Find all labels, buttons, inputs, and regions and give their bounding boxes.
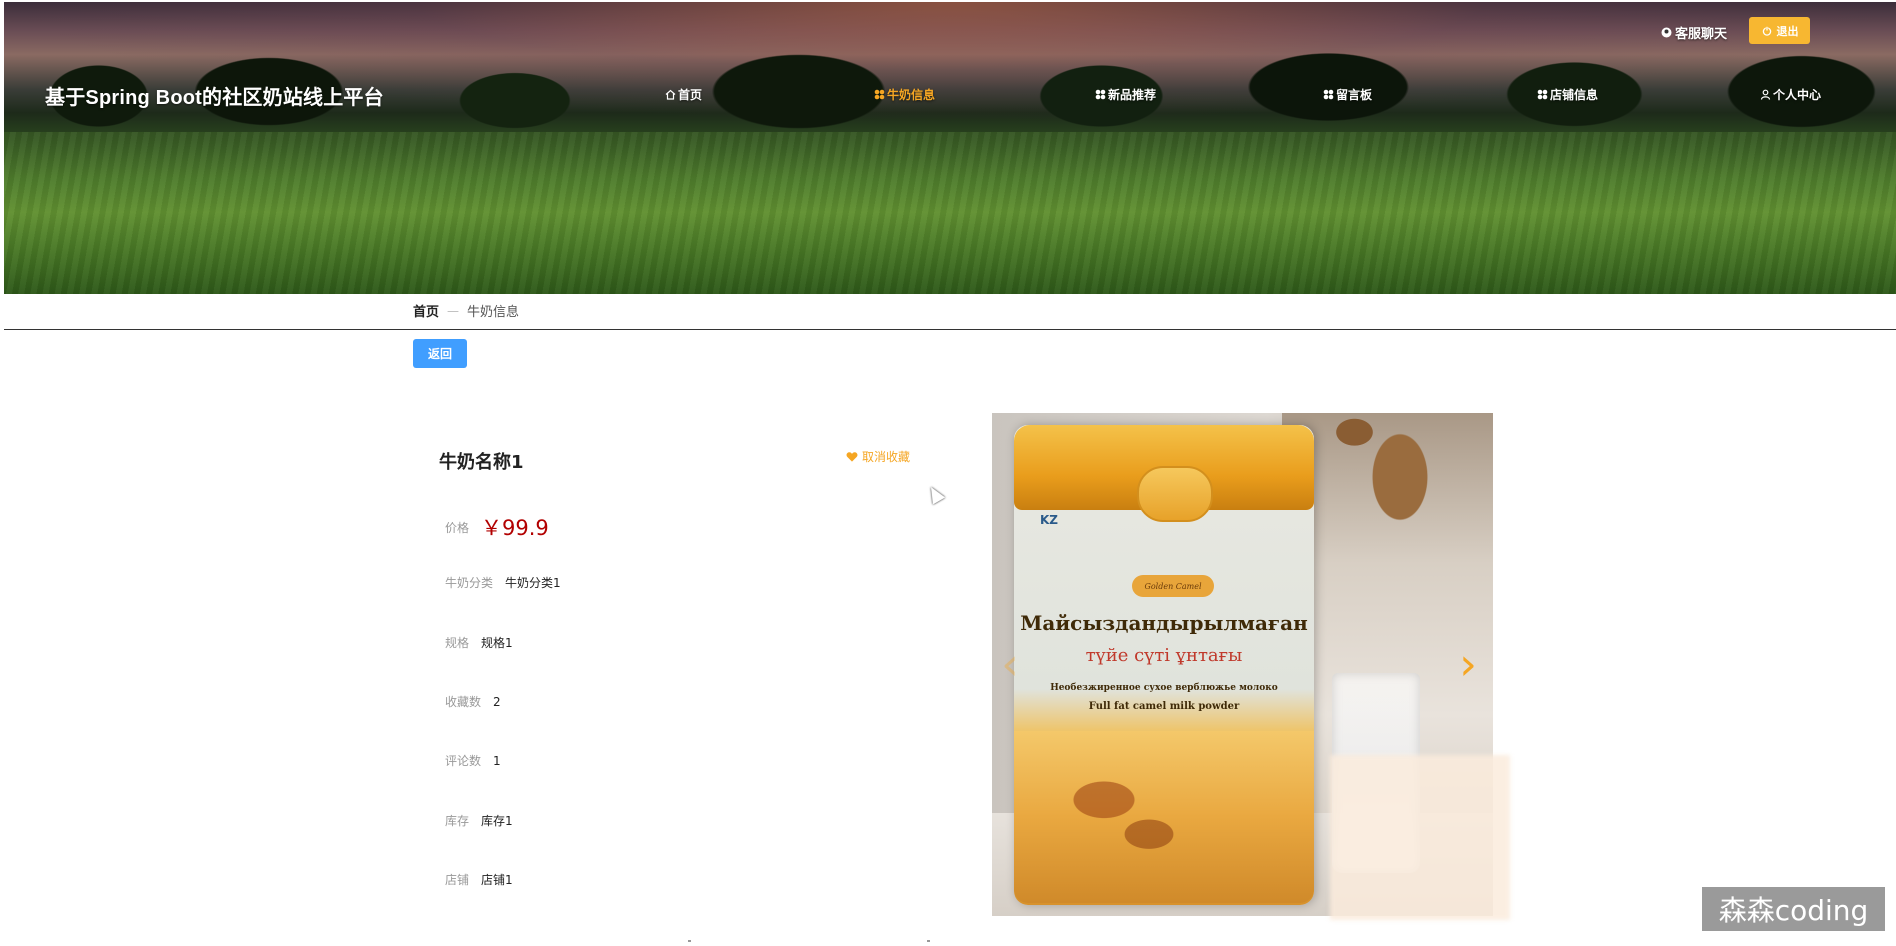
nav-item-message-board[interactable]: 留言板 [1322,86,1372,103]
field-value: 库存1 [481,814,513,828]
unfavorite-button[interactable]: 取消收藏 [846,448,910,465]
scroll-indicator [927,940,930,942]
mouse-cursor-icon [924,483,946,505]
field-label: 评论数 [445,754,482,768]
hero-banner [4,2,1896,294]
unfavorite-label: 取消收藏 [862,450,911,464]
price-label: 价格 [445,520,470,535]
field-row-category: 牛奶分类 牛奶分类1 [445,574,561,591]
price-row: 价格 ￥99.9 [445,512,549,542]
price-value: ￥99.9 [481,516,549,540]
nav-label-store-info: 店铺信息 [1550,88,1599,102]
field-row-spec: 规格 规格1 [445,634,513,651]
user-icon [1759,89,1771,101]
field-value: 规格1 [481,636,513,650]
carousel-next-button[interactable]: › [1456,643,1480,687]
customer-chat-link[interactable]: 客服聊天 [1660,23,1727,42]
nav-label-new-products: 新品推荐 [1108,88,1157,102]
can-desert-artwork [1014,731,1314,903]
blurred-overlay [1330,755,1510,920]
field-label: 收藏数 [445,695,482,709]
field-row-comments: 评论数 1 [445,752,501,769]
field-label: 牛奶分类 [445,576,494,590]
logout-label: 退出 [1776,24,1799,38]
grid-icon [1094,89,1106,101]
heart-icon [846,451,858,463]
field-value: 牛奶分类1 [505,576,561,590]
nav-item-milk-info[interactable]: 牛奶信息 [873,86,935,103]
nav-label-milk-info: 牛奶信息 [887,88,936,102]
field-label: 店铺 [445,873,470,887]
field-value: 店铺1 [481,873,513,887]
field-value: 1 [493,753,501,768]
grid-icon [1322,89,1334,101]
logout-button[interactable]: 退出 [1749,17,1810,44]
power-icon [1761,25,1773,37]
camel-image [1322,413,1452,573]
field-label: 库存 [445,814,470,828]
can-brand-logo: Golden Camel [1132,575,1214,597]
field-value: 2 [493,694,501,709]
product-name: 牛奶名称1 [439,452,524,473]
breadcrumb-separator: — [447,303,460,318]
breadcrumb-home[interactable]: 首页 [413,301,439,320]
grid-icon [1536,89,1548,101]
nav-item-new-products[interactable]: 新品推荐 [1094,86,1156,103]
can-title-text: Майсыздандырылмаған [1020,611,1308,635]
chat-icon [1660,27,1672,39]
field-row-stock: 库存 库存1 [445,812,513,829]
nav-item-store-info[interactable]: 店铺信息 [1536,86,1598,103]
nav-label-personal-center: 个人中心 [1773,88,1822,102]
milk-can-lid-tab [1137,466,1213,522]
scroll-indicator [688,940,691,942]
field-label: 规格 [445,636,470,650]
can-line1-text: Необезжиренное сухое верблюжье молоко [1050,683,1278,693]
main-nav: 首页 牛奶信息 新品推荐 留言板 店铺信息 个人中心 [0,86,1896,108]
nav-item-personal-center[interactable]: 个人中心 [1759,86,1821,103]
watermark: 森森coding [1702,887,1885,931]
grid-icon [873,89,885,101]
back-button[interactable]: 返回 [413,339,467,368]
can-subtitle-text: түйе сүті ұнтағы [1085,645,1243,666]
field-row-store: 店铺 店铺1 [445,871,513,888]
carousel-prev-button[interactable]: ‹ [998,643,1022,687]
chat-label: 客服聊天 [1675,27,1728,42]
grass-field [4,132,1896,294]
nav-item-home[interactable]: 首页 [664,86,702,103]
nav-label-message-board: 留言板 [1336,88,1373,102]
breadcrumb-current: 牛奶信息 [467,305,520,320]
home-icon [664,89,676,101]
field-row-favorites: 收藏数 2 [445,693,501,710]
can-line2-text: Full fat camel milk powder [1088,701,1240,712]
nav-label-home: 首页 [678,88,703,102]
breadcrumb: 首页 — 牛奶信息 [413,301,520,321]
breadcrumb-divider [4,329,1896,330]
can-kz-label: KZ [1040,513,1058,527]
